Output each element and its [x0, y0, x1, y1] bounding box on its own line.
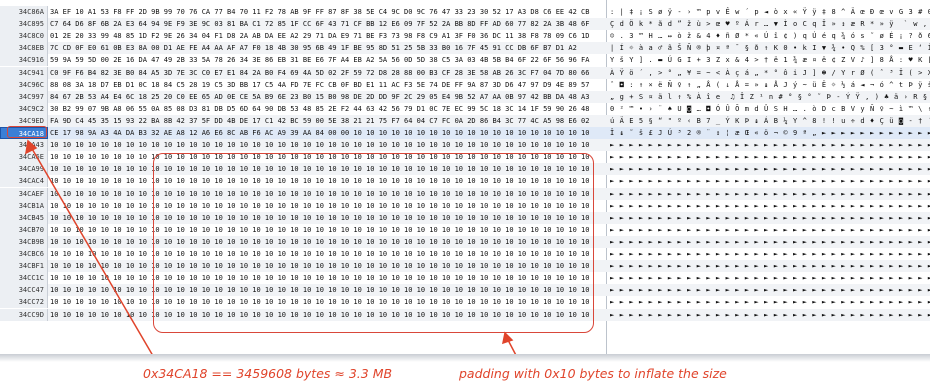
row-ascii[interactable]: ˆ ◘ : ↑ × ë Ñ ♀ ↑ „ Å ( ↓ Å = » ↨ Å J ý …	[610, 79, 930, 91]
row-hex-bytes[interactable]: C0 9F F6 B4 82 3E B0 84 A5 3D 7E 3C C0 E…	[50, 67, 604, 79]
row-address[interactable]: 34CC47	[0, 284, 48, 297]
row-ascii[interactable]: ► ► ► ► ► ► ► ► ► ► ► ► ► ► ► ► ► ► ► ► …	[610, 163, 930, 175]
row-address[interactable]: 34CB45	[0, 211, 48, 224]
row-ascii[interactable]: ► ► ► ► ► ► ► ► ► ► ► ► ► ► ► ► ► ► ► ► …	[610, 236, 930, 248]
row-hex-bytes[interactable]: 7C CD 0F E0 61 0B E3 8A 00 D1 AE FE A4 A…	[50, 42, 604, 54]
row-address[interactable]: 34CA6E	[0, 151, 48, 164]
row-ascii[interactable]: ► ► ► ► ► ► ► ► ► ► ► ► ► ► ► ► ► ► ► ► …	[610, 200, 930, 212]
hex-row[interactable]: 34C9ED FA 9D C4 45 35 15 93 22 BA 8B 42 3…	[0, 114, 930, 127]
row-ascii[interactable]: ► ► ► ► ► ► ► ► ► ► ► ► ► ► ► ► ► ► ► ► …	[610, 224, 930, 236]
hex-row[interactable]: 34C8C0 01 2E 20 33 99 48 85 1D F2 9E 26 3…	[0, 30, 930, 43]
row-address[interactable]: 34CBF1	[0, 260, 48, 273]
row-address[interactable]: 34C895	[0, 18, 48, 31]
row-address[interactable]: 34C9C2	[0, 102, 48, 115]
row-ascii[interactable]: À Ÿ ö ´ ‚ > ° „ ¥ = ~ < À ç á „ * ° ô i …	[610, 67, 930, 79]
row-ascii[interactable]: ► ► ► ► ► ► ► ► ► ► ► ► ► ► ► ► ► ► ► ► …	[610, 284, 930, 296]
row-address[interactable]: 34CB70	[0, 223, 48, 236]
row-hex-bytes[interactable]: C7 64 D6 8F 6B 2A E3 64 94 9E F9 3E 9C 0…	[50, 18, 604, 30]
row-ascii[interactable]: ► ► ► ► ► ► ► ► ► ► ► ► ► ► ► ► ► ► ► ► …	[610, 175, 930, 187]
hex-row[interactable]: 34C8EB 7C CD 0F E0 61 0B E3 8A 00 D1 AE F…	[0, 42, 930, 55]
row-ascii[interactable]: ► ► ► ► ► ► ► ► ► ► ► ► ► ► ► ► ► ► ► ► …	[610, 248, 930, 260]
row-address[interactable]: 34CC1C	[0, 272, 48, 285]
padding-caption: padding with 0x10 bytes to inflate the s…	[459, 366, 727, 381]
row-hex-bytes[interactable]: 30 B2 99 07 9B A8 06 55 0A 85 08 D3 81 D…	[50, 103, 604, 115]
row-address[interactable]: 34CBC6	[0, 248, 48, 260]
row-ascii[interactable]: 0 ² ™ • › ¨ ♠ U ◙ … ◘ Ó Û Õ m d Û S H … …	[610, 103, 930, 115]
hex-row[interactable]: 34C9C2 30 B2 99 07 9B A8 06 55 0A 85 08 D…	[0, 102, 930, 115]
row-address[interactable]: 34CA43	[0, 139, 48, 152]
row-address[interactable]: 34C916	[0, 54, 48, 67]
row-ascii[interactable]: ► ► ► ► ► ► ► ► ► ► ► ► ► ► ► ► ► ► ► ► …	[610, 309, 930, 321]
window-bottom-shadow	[0, 354, 930, 362]
hex-row[interactable]: 34C86A 3A EF 10 A1 53 F8 FF 2D 9B 99 70 7…	[0, 6, 930, 18]
row-address[interactable]: 34CA99	[0, 163, 48, 176]
row-ascii[interactable]: ☺ . 3 ™ H … ↔ ò ž & 4 ♦ ñ Ø * « Ú î ¢ ) …	[610, 30, 930, 42]
row-hex-bytes[interactable]: 01 2E 20 33 99 48 85 1D F2 9E 26 34 04 F…	[50, 30, 604, 42]
hex-row[interactable]: 34C895 C7 64 D6 8F 6B 2A E3 64 94 9E F9 3…	[0, 18, 930, 31]
row-hex-bytes[interactable]: 59 9A 59 5D 00 2E 16 DA 47 49 2B 33 5A 7…	[50, 54, 604, 66]
hex-row[interactable]: 34C997 84 67 2B 53 A4 E4 6C 18 25 20 C0 E…	[0, 90, 930, 103]
padding-region-box	[153, 153, 594, 333]
row-hex-bytes[interactable]: 10 10 10 10 10 10 10 10 10 10 10 10 10 1…	[50, 139, 604, 151]
row-ascii[interactable]: ► ► ► ► ► ► ► ► ► ► ► ► ► ► ► ► ► ► ► ► …	[610, 260, 930, 272]
row-ascii[interactable]: ú Ä E 5 § “ " º ‹ B 7 _ Ý K Þ ↨ Á B ¼ Y …	[610, 115, 930, 127]
row-hex-bytes[interactable]: FA 9D C4 45 35 15 93 22 BA 8B 42 37 5F D…	[50, 115, 604, 127]
row-ascii[interactable]: ► ► ► ► ► ► ► ► ► ► ► ► ► ► ► ► ► ► ► ► …	[610, 188, 930, 200]
hex-row[interactable]: 34CA43 10 10 10 10 10 10 10 10 10 10 10 1…	[0, 139, 930, 152]
row-address[interactable]: 34C96C	[0, 78, 48, 91]
row-address[interactable]: 34C86A	[0, 6, 48, 18]
hex-row[interactable]: 34CA18 CE 17 98 9A A3 4A DA B3 32 AE A8 1…	[0, 127, 930, 139]
row-address[interactable]: 34CB1A	[0, 199, 48, 212]
row-address[interactable]: 34CC72	[0, 296, 48, 309]
row-address[interactable]: 34CC9D	[0, 308, 48, 321]
row-ascii[interactable]: ► ► ► ► ► ► ► ► ► ► ► ► ► ► ► ► ► ► ► ► …	[610, 296, 930, 308]
highlighted-address-box	[7, 126, 47, 138]
row-address[interactable]: 34C8EB	[0, 42, 48, 55]
hex-row[interactable]: 34C916 59 9A 59 5D 00 2E 16 DA 47 49 2B 3…	[0, 54, 930, 67]
row-ascii[interactable]: ► ► ► ► ► ► ► ► ► ► ► ► ► ► ► ► ► ► ► ► …	[610, 151, 930, 163]
row-ascii[interactable]: Ç d Ö k * ã d ” ž ù > œ ♥ º Á r … ▼ Ì o …	[610, 18, 930, 30]
row-address[interactable]: 34CAEF	[0, 187, 48, 200]
row-hex-bytes[interactable]: 84 67 2B 53 A4 E4 6C 18 25 20 C0 EE 65 A…	[50, 91, 604, 103]
row-ascii[interactable]: ► ► ► ► ► ► ► ► ► ► ► ► ► ► ► ► ► ► ► ► …	[610, 212, 930, 224]
row-ascii[interactable]: Y š Y ] . ▬ Ú G I + 3 Z x & 4 > † ë 1 ¾ …	[610, 54, 930, 66]
row-ascii[interactable]: ► ► ► ► ► ► ► ► ► ► ► ► ► ► ► ► ► ► ► ► …	[610, 139, 930, 151]
row-hex-bytes[interactable]: 3A EF 10 A1 53 F8 FF 2D 9B 99 70 76 CA 7…	[50, 6, 604, 18]
row-ascii[interactable]: Î ↨ ˜ š £ J Ú ³ 2 ® ¨ ↕ ¦ æ Œ « ö ¬ © 9 …	[610, 127, 930, 139]
size-caption: 0x34CA18 == 3459608 bytes ≈ 3.3 MB	[143, 366, 393, 381]
row-ascii[interactable]: ► ► ► ► ► ► ► ► ► ► ► ► ► ► ► ► ► ► ► ► …	[610, 272, 930, 284]
row-hex-bytes[interactable]: 88 08 3A 18 D7 EB D1 0C 18 84 C5 28 19 C…	[50, 79, 604, 91]
row-address[interactable]: 34C8C0	[0, 30, 48, 43]
hex-row[interactable]: 34C96C 88 08 3A 18 D7 EB D1 0C 18 84 C5 2…	[0, 78, 930, 91]
row-ascii[interactable]: : | ‡ ¡ S ø ÿ - › ™ p v Ê w ´ p ◄ ò x « …	[610, 6, 930, 18]
row-hex-bytes[interactable]: CE 17 98 9A A3 4A DA B3 32 AE A8 12 A6 E…	[50, 127, 604, 139]
row-address[interactable]: 34CB9B	[0, 235, 48, 248]
row-ascii[interactable]: „ g + S ¤ ä l ↑ % À î e ­ ♫ Î Z ¹ n # ° …	[610, 91, 930, 103]
row-ascii[interactable]: | Í ☼ à a ♂ ã Š Ñ ® þ ¤ ª ¯ § ð ↑ K 0 • …	[610, 42, 930, 54]
row-address[interactable]: 34C997	[0, 90, 48, 103]
hex-row[interactable]: 34C941 C0 9F F6 B4 82 3E B0 84 A5 3D 7E 3…	[0, 66, 930, 79]
row-address[interactable]: 34C941	[0, 66, 48, 79]
row-address[interactable]: 34CAC4	[0, 175, 48, 188]
